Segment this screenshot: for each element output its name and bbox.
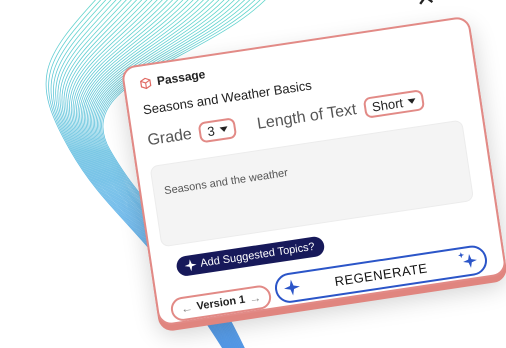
- topic-textarea-value: Seasons and the weather: [163, 166, 289, 198]
- chevron-down-icon: [407, 98, 417, 105]
- grade-select[interactable]: 3: [198, 117, 237, 144]
- chevron-down-icon: [219, 126, 228, 133]
- length-select[interactable]: Short: [362, 89, 426, 119]
- sparkle-icon: [458, 252, 477, 268]
- app-stage: ✕ Passage Seasons and Weather Basics Gra…: [0, 0, 506, 348]
- grade-label: Grade: [146, 125, 193, 149]
- length-label: Length of Text: [255, 100, 358, 133]
- grade-value: 3: [206, 123, 216, 140]
- passage-panel: ✕ Passage Seasons and Weather Basics Gra…: [120, 0, 506, 327]
- length-value: Short: [371, 95, 404, 115]
- add-suggested-topics-label: Add Suggested Topics?: [199, 240, 316, 270]
- panel-heading: Passage: [138, 67, 206, 91]
- version-label: Version 1: [195, 293, 247, 313]
- sparkle-icon: [284, 279, 300, 296]
- panel-heading-label: Passage: [155, 67, 207, 89]
- sparkle-icon: [184, 259, 197, 272]
- regenerate-label: REGENERATE: [333, 259, 429, 289]
- box-icon: [139, 77, 152, 89]
- close-icon[interactable]: ✕: [414, 0, 438, 13]
- previous-version-arrow[interactable]: ←: [180, 300, 194, 316]
- next-version-arrow[interactable]: →: [248, 290, 262, 306]
